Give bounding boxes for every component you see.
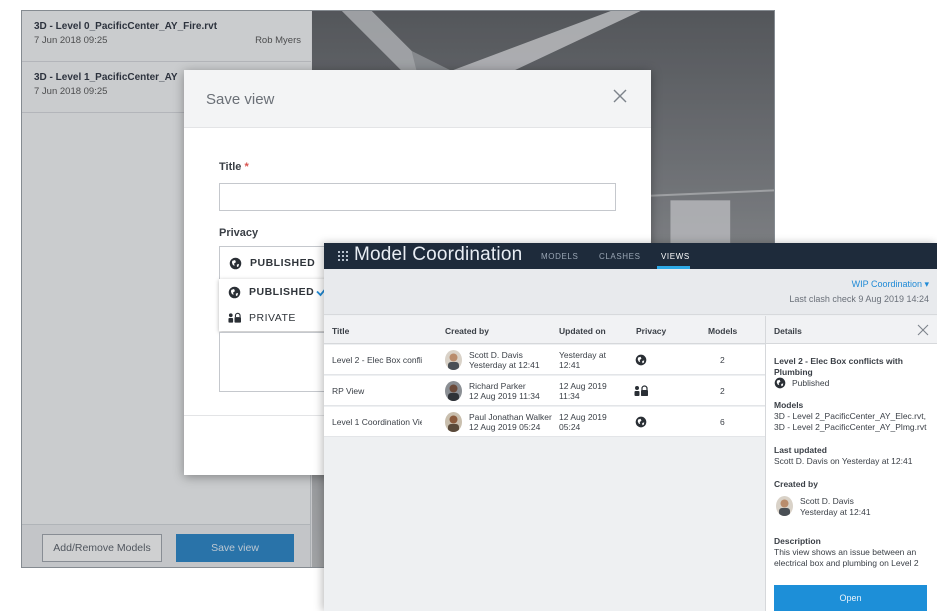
creator-name: Richard Parker	[469, 381, 526, 391]
details-creator-name: Scott D. Davis	[800, 496, 854, 506]
close-icon[interactable]	[611, 87, 629, 105]
details-last-updated-label: Last updated	[774, 445, 827, 455]
details-model-2: 3D - Level 2_PacificCenter_AY_Plmg.rvt	[774, 422, 927, 432]
column-header-created-by[interactable]: Created by	[445, 326, 489, 336]
globe-icon	[635, 416, 647, 428]
column-header-updated-on[interactable]: Updated on	[559, 326, 606, 336]
details-created-by-label: Created by	[774, 479, 818, 489]
model-file-name: 3D - Level 0_PacificCenter_AY_Fire.rvt	[34, 21, 218, 32]
avatar	[445, 412, 462, 432]
privacy-field-label: Privacy	[219, 227, 259, 239]
details-panel: Details Level 2 - Elec Box conflicts wit…	[765, 316, 937, 611]
updated-line-2: 11:34	[559, 391, 580, 401]
creator-info: Scott D. Davis Yesterday at 12:41	[469, 350, 540, 370]
open-view-button[interactable]: Open	[774, 585, 927, 611]
privacy-option-label: PUBLISHED	[249, 286, 315, 298]
table-row[interactable]: RP View Richard Parker 12 Aug 2019 11:34…	[324, 376, 765, 406]
column-header-models[interactable]: Models	[708, 326, 737, 336]
privacy-menu: PUBLISHED PRIVATE	[219, 279, 339, 331]
title-field-label: Title *	[219, 161, 249, 173]
close-icon[interactable]	[917, 324, 929, 336]
view-title: Level 2 - Elec Box conflicts wit	[332, 355, 422, 365]
avatar	[445, 350, 462, 370]
details-description-label: Description	[774, 536, 821, 546]
privacy-option-private[interactable]: PRIVATE	[219, 305, 339, 331]
globe-icon	[229, 257, 242, 269]
table-row[interactable]: Level 1 Coordination View Paul Jonathan …	[324, 407, 765, 437]
model-coordination-window: Model Coordination MODELS CLASHES VIEWS …	[324, 243, 937, 611]
add-remove-models-button[interactable]: Add/Remove Models	[42, 534, 162, 562]
screenshot-stage: 3D - Level 0_PacificCenter_AY_Fire.rvt 7…	[0, 0, 937, 611]
model-list-item[interactable]: 3D - Level 0_PacificCenter_AY_Fire.rvt 7…	[22, 11, 311, 62]
title-label-text: Title	[219, 161, 242, 173]
app-grid-icon[interactable]	[338, 251, 348, 261]
app-title: Model Coordination	[354, 244, 523, 265]
details-description-2: electrical box and plumbing on Level 2	[774, 558, 919, 568]
globe-icon	[774, 377, 786, 389]
details-title: Details	[774, 326, 802, 336]
updated-line-2: 12:41	[559, 360, 581, 370]
app-header: Model Coordination MODELS CLASHES VIEWS	[324, 243, 937, 269]
last-clash-check: Last clash check 9 Aug 2019 14:24	[789, 294, 929, 304]
models-count: 6	[720, 417, 725, 427]
details-created-time: Yesterday at 12:41	[800, 507, 871, 517]
details-privacy-value: Published	[792, 377, 830, 388]
details-view-title: Level 2 - Elec Box conflicts with Plumbi…	[774, 356, 903, 377]
column-header-privacy[interactable]: Privacy	[636, 326, 666, 336]
models-count: 2	[720, 355, 725, 365]
avatar	[776, 496, 793, 516]
table-row[interactable]: Level 2 - Elec Box conflicts wit Scott D…	[324, 345, 765, 375]
updated-on: 12 Aug 2019 11:34	[559, 381, 607, 401]
globe-icon	[635, 354, 647, 366]
updated-line-1: 12 Aug 2019	[559, 412, 607, 422]
tab-models[interactable]: MODELS	[541, 252, 578, 261]
updated-on: 12 Aug 2019 05:24	[559, 412, 607, 432]
creator-name: Paul Jonathan Walker	[469, 412, 552, 422]
globe-icon	[228, 286, 241, 298]
private-users-icon	[228, 312, 241, 323]
created-time: 12 Aug 2019 05:24	[469, 422, 541, 432]
created-time: Yesterday at 12:41	[469, 360, 540, 370]
details-header: Details	[766, 316, 937, 344]
details-last-updated: Scott D. Davis on Yesterday at 12:41	[774, 456, 913, 466]
description-textarea[interactable]	[219, 332, 339, 392]
models-panel-footer: Add/Remove Models Save view	[22, 524, 310, 567]
details-models-label: Models	[774, 400, 804, 410]
table-header: Title Created by Updated on Privacy Mode…	[324, 316, 765, 344]
updated-on: Yesterday at 12:41	[559, 350, 606, 370]
views-table: Title Created by Updated on Privacy Mode…	[324, 316, 765, 611]
created-time: 12 Aug 2019 11:34	[469, 391, 540, 401]
title-input[interactable]	[219, 183, 616, 211]
coordination-space-dropdown[interactable]: WIP Coordination ▾	[852, 279, 929, 290]
creator-name: Scott D. Davis	[469, 350, 523, 360]
view-title: RP View	[332, 386, 365, 396]
creator-info: Richard Parker 12 Aug 2019 11:34	[469, 381, 540, 401]
privacy-option-label: PRIVATE	[249, 312, 296, 324]
private-users-icon	[634, 385, 648, 396]
dialog-title: Save view	[206, 91, 275, 108]
details-model-1: 3D - Level 2_PacificCenter_AY_Elec.rvt,	[774, 411, 926, 421]
dialog-header: Save view	[184, 70, 651, 128]
tab-clashes[interactable]: CLASHES	[599, 252, 641, 261]
tab-views[interactable]: VIEWS	[661, 252, 690, 261]
creator-info: Paul Jonathan Walker 12 Aug 2019 05:24	[469, 412, 552, 432]
privacy-option-published[interactable]: PUBLISHED	[219, 279, 339, 305]
view-title: Level 1 Coordination View	[332, 417, 422, 427]
required-marker: *	[244, 161, 249, 173]
column-header-title[interactable]: Title	[332, 326, 349, 336]
privacy-dropdown[interactable]: PUBLISHED	[219, 246, 339, 280]
updated-line-1: Yesterday at	[559, 350, 606, 360]
details-description-1: This view shows an issue between an	[774, 547, 917, 557]
save-view-button[interactable]: Save view	[176, 534, 294, 562]
privacy-selected-value: PUBLISHED	[250, 257, 316, 269]
updated-line-1: 12 Aug 2019	[559, 381, 607, 391]
model-file-user: Rob Myers	[255, 35, 301, 46]
details-privacy: Published	[774, 377, 829, 389]
avatar	[445, 381, 462, 401]
coordination-subheader: WIP Coordination ▾ Last clash check 9 Au…	[324, 269, 937, 315]
models-count: 2	[720, 386, 725, 396]
updated-line-2: 05:24	[559, 422, 581, 432]
